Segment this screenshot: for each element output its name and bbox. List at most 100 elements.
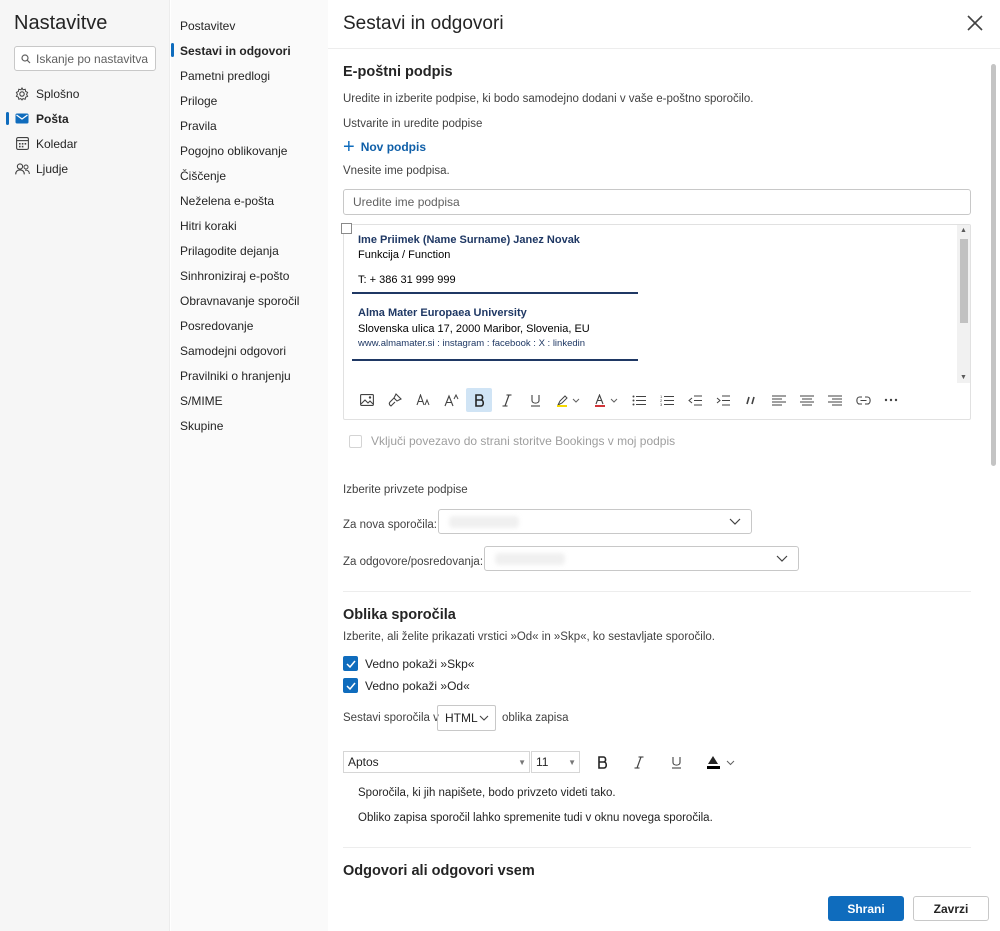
quote-button[interactable] xyxy=(738,388,764,412)
subnav-item-junk-email[interactable]: Neželena e-pošta xyxy=(171,188,328,213)
create-signatures-label: Ustvarite in uredite podpise xyxy=(343,118,483,130)
subnav-item-smime[interactable]: S/MIME xyxy=(171,388,328,413)
signature-content[interactable]: Ime Priimek (Name Surname) Janez Novak F… xyxy=(344,225,957,383)
scroll-up-icon[interactable]: ▲ xyxy=(960,227,967,234)
highlighter-icon xyxy=(556,394,580,407)
underline-button[interactable] xyxy=(522,388,548,412)
show-from-checkbox[interactable] xyxy=(343,678,358,693)
font-name-dropdown[interactable]: Aptos ▼ xyxy=(343,751,530,773)
align-center-icon xyxy=(800,395,814,405)
default-bold-button[interactable] xyxy=(591,751,613,773)
numbering-button[interactable]: 123 xyxy=(654,388,680,412)
format-preview-line1: Sporočila, ki jih napišete, bodo privzet… xyxy=(358,787,616,799)
default-italic-button[interactable] xyxy=(628,751,650,773)
bookings-checkbox[interactable] xyxy=(349,434,362,448)
discard-button[interactable]: Zavrzi xyxy=(913,896,989,921)
italic-button[interactable] xyxy=(494,388,520,412)
editor-scrollbar[interactable]: ▲ ▼ xyxy=(957,225,970,383)
font-size-dropdown[interactable]: 11 ▼ xyxy=(531,751,580,773)
signature-editor[interactable]: Ime Priimek (Name Surname) Janez Novak F… xyxy=(341,223,971,420)
mail-settings-subnav: Postavitev Sestavi in odgovori Pametni p… xyxy=(171,0,328,931)
close-button[interactable] xyxy=(965,13,985,33)
link-icon xyxy=(855,395,871,405)
bold-button[interactable] xyxy=(466,388,492,412)
compose-format-value: HTML xyxy=(445,711,478,725)
increase-indent-button[interactable] xyxy=(710,388,736,412)
font-button[interactable] xyxy=(410,388,436,412)
bullets-button[interactable] xyxy=(626,388,652,412)
show-bcc-option[interactable]: Vedno pokaži »Skp« xyxy=(343,656,474,671)
subnav-item-layout[interactable]: Postavitev xyxy=(171,13,328,38)
subnav-item-message-handling[interactable]: Obravnavanje sporočil xyxy=(171,288,328,313)
signature-name-line: Ime Priimek (Name Surname) Janez Novak xyxy=(358,234,580,246)
subnav-item-sweep[interactable]: Čiščenje xyxy=(171,163,328,188)
replies-heading: Odgovori ali odgovori vsem xyxy=(343,863,535,879)
subnav-item-sync-email[interactable]: Sinhroniziraj e-pošto xyxy=(171,263,328,288)
nav-item-mail[interactable]: Pošta xyxy=(0,106,170,131)
save-button[interactable]: Shrani xyxy=(828,896,904,921)
signature-name-input[interactable] xyxy=(343,189,971,215)
format-painter-button[interactable] xyxy=(382,388,408,412)
insert-picture-button[interactable] xyxy=(354,388,380,412)
bullet-list-icon xyxy=(632,395,646,405)
subnav-item-customize-actions[interactable]: Prilagodite dejanja xyxy=(171,238,328,263)
show-bcc-checkbox[interactable] xyxy=(343,656,358,671)
subnav-item-groups[interactable]: Skupine xyxy=(171,413,328,438)
bookings-link-option: Vključi povezavo do strani storitve Book… xyxy=(349,434,675,448)
subnav-item-conditional-formatting[interactable]: Pogojno oblikovanje xyxy=(171,138,328,163)
new-messages-signature-dropdown[interactable] xyxy=(438,509,752,534)
nav-item-general[interactable]: Splošno xyxy=(0,81,170,106)
default-font-color-button[interactable] xyxy=(704,751,738,773)
selected-signature-value xyxy=(449,516,519,528)
align-center-button[interactable] xyxy=(794,388,820,412)
search-icon xyxy=(21,53,31,63)
replies-forwards-label: Za odgovore/posredovanja: xyxy=(343,556,484,568)
compose-format-suffix: oblika zapisa xyxy=(502,712,569,724)
insert-link-button[interactable] xyxy=(850,388,876,412)
panel-scrollbar[interactable] xyxy=(991,64,996,466)
nav-item-calendar[interactable]: Koledar xyxy=(0,131,170,156)
signature-name-prompt: Vnesite ime podpisa. xyxy=(343,165,450,177)
align-left-icon xyxy=(772,395,786,405)
default-underline-button[interactable] xyxy=(665,751,687,773)
subnav-item-smart-suggestions[interactable]: Pametni predlogi xyxy=(171,63,328,88)
editor-scroll-thumb[interactable] xyxy=(960,239,968,323)
compose-format-dropdown[interactable]: HTML xyxy=(437,705,496,731)
nav-item-people[interactable]: Ljudje xyxy=(0,156,170,181)
show-from-option[interactable]: Vedno pokaži »Od« xyxy=(343,678,470,693)
new-signature-label: Nov podpis xyxy=(360,140,427,154)
subnav-item-quick-steps[interactable]: Hitri koraki xyxy=(171,213,328,238)
scroll-down-icon[interactable]: ▼ xyxy=(960,374,967,381)
align-right-button[interactable] xyxy=(822,388,848,412)
format-preview-line2: Obliko zapisa sporočil lahko spremenite … xyxy=(358,812,713,824)
numbered-list-icon: 123 xyxy=(660,394,674,406)
bold-icon xyxy=(474,393,484,407)
nav-item-label: Ljudje xyxy=(36,161,69,176)
settings-search-input[interactable] xyxy=(36,51,148,66)
signature-format-toolbar: 123 xyxy=(344,387,970,413)
chevron-down-icon xyxy=(776,555,788,562)
decrease-indent-button[interactable] xyxy=(682,388,708,412)
chevron-down-icon: ▼ xyxy=(518,758,526,767)
section-divider xyxy=(343,847,971,848)
svg-text:3: 3 xyxy=(660,402,663,406)
subnav-item-compose-reply[interactable]: Sestavi in odgovori xyxy=(171,38,328,63)
subnav-item-attachments[interactable]: Priloge xyxy=(171,88,328,113)
highlight-button[interactable] xyxy=(550,388,586,412)
align-right-icon xyxy=(828,395,842,405)
subnav-item-automatic-replies[interactable]: Samodejni odgovori xyxy=(171,338,328,363)
replies-signature-dropdown[interactable] xyxy=(484,546,799,571)
new-signature-button[interactable]: + Nov podpis xyxy=(343,137,427,157)
subnav-item-retention-policies[interactable]: Pravilniki o hranjenju xyxy=(171,363,328,388)
font-size-value: 11 xyxy=(536,755,549,769)
font-color-button[interactable] xyxy=(588,388,624,412)
more-options-button[interactable] xyxy=(878,388,904,412)
font-size-button[interactable] xyxy=(438,388,464,412)
subnav-item-forwarding[interactable]: Posredovanje xyxy=(171,313,328,338)
signature-links[interactable]: www.almamater.si : instagram : facebook … xyxy=(358,338,957,349)
subnav-item-rules[interactable]: Pravila xyxy=(171,113,328,138)
align-left-button[interactable] xyxy=(766,388,792,412)
settings-search-box[interactable] xyxy=(14,46,156,71)
message-format-description: Izberite, ali želite prikazati vrstici »… xyxy=(343,631,715,643)
more-icon xyxy=(884,398,898,402)
